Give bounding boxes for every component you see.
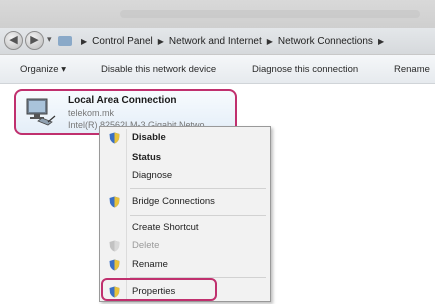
- menu-item-diagnose[interactable]: Diagnose: [100, 167, 270, 185]
- folder-icon: [58, 36, 72, 46]
- window-titlebar: [0, 0, 435, 28]
- breadcrumb: ▶ Control Panel ▶ Network and Internet ▶…: [76, 28, 389, 54]
- forward-icon: ▶: [30, 34, 39, 46]
- shield-icon: [109, 259, 120, 271]
- menu-item-create-shortcut[interactable]: Create Shortcut: [100, 219, 270, 237]
- menu-label-delete: Delete: [132, 240, 160, 251]
- menu-label-bridge-connections: Bridge Connections: [132, 196, 215, 207]
- organize-menu[interactable]: Organize ▾: [20, 64, 66, 75]
- shield-icon: [109, 240, 120, 252]
- menu-item-disable[interactable]: Disable: [100, 129, 270, 147]
- blurred-title-text: [120, 10, 420, 18]
- disable-device-button[interactable]: Disable this network device: [101, 64, 216, 75]
- menu-label-status: Status: [132, 152, 162, 163]
- menu-item-status[interactable]: Status: [100, 149, 270, 167]
- context-menu: Disable Status Diagnose Bridge Connectio…: [99, 126, 271, 302]
- chevron-down-icon[interactable]: ▾: [47, 34, 52, 45]
- menu-label-create-shortcut: Create Shortcut: [132, 222, 199, 233]
- command-bar: Organize ▾ Disable this network device D…: [0, 55, 435, 84]
- network-adapter-icon: [26, 98, 56, 126]
- breadcrumb-separator-icon[interactable]: ▶: [378, 37, 384, 46]
- properties-highlight: [101, 278, 217, 301]
- rename-button[interactable]: Rename: [394, 64, 430, 75]
- address-bar: ◀ ▶ ▾ ▶ Control Panel ▶ Network and Inte…: [0, 28, 435, 55]
- menu-separator: [130, 215, 266, 216]
- menu-separator: [130, 188, 266, 189]
- breadcrumb-separator-icon[interactable]: ▶: [158, 37, 164, 46]
- back-icon: ◀: [9, 34, 18, 46]
- forward-button[interactable]: ▶: [25, 31, 44, 50]
- breadcrumb-control-panel[interactable]: Control Panel: [92, 36, 153, 47]
- menu-item-delete[interactable]: Delete: [100, 237, 270, 255]
- breadcrumb-separator-icon[interactable]: ▶: [267, 37, 273, 46]
- shield-icon: [109, 132, 120, 144]
- breadcrumb-separator-icon: ▶: [81, 36, 88, 46]
- menu-label-rename: Rename: [132, 259, 168, 270]
- menu-label-disable: Disable: [132, 132, 166, 143]
- back-button[interactable]: ◀: [4, 31, 23, 50]
- menu-item-rename[interactable]: Rename: [100, 256, 270, 274]
- shield-icon: [109, 196, 120, 208]
- diagnose-connection-button[interactable]: Diagnose this connection: [252, 64, 358, 75]
- connection-network: telekom.mk: [68, 108, 115, 118]
- connection-name: Local Area Connection: [68, 95, 177, 106]
- breadcrumb-network-connections[interactable]: Network Connections: [278, 36, 373, 47]
- menu-label-diagnose: Diagnose: [132, 170, 173, 181]
- breadcrumb-network-and-internet[interactable]: Network and Internet: [169, 36, 262, 47]
- menu-item-bridge-connections[interactable]: Bridge Connections: [100, 193, 270, 211]
